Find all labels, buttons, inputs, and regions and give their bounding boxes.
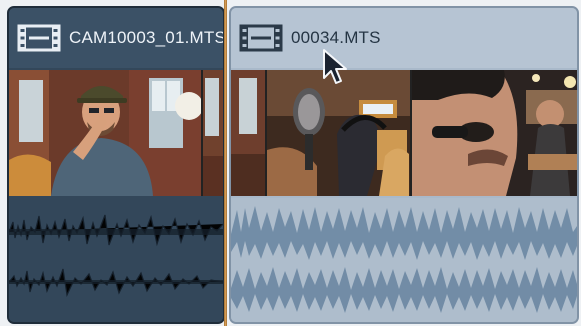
arrow-pointer-icon [323,49,347,84]
clip-cam10003[interactable]: CAM10003_01.MTS [7,6,225,324]
video-thumbnails [9,70,223,196]
clip-00034[interactable]: 00034.MTS [229,6,579,324]
clip-header[interactable]: CAM10003_01.MTS [9,8,223,68]
clip-title: 00034.MTS [291,28,381,47]
film-strip-icon [239,24,283,52]
film-strip-icon [17,24,61,52]
video-thumbnails [231,70,577,196]
timeline[interactable]: CAM10003_01.MTS 00034.MTS [0,0,581,326]
video-thumbnail [266,70,410,196]
video-thumbnail [203,70,223,196]
clip-header[interactable]: 00034.MTS [231,8,577,68]
playhead[interactable] [224,0,227,326]
video-thumbnail [411,70,577,196]
audio-waveform [9,198,223,322]
video-thumbnail [9,70,202,196]
video-thumbnail [231,70,265,196]
clip-title: CAM10003_01.MTS [69,28,223,47]
audio-waveform [231,198,577,322]
